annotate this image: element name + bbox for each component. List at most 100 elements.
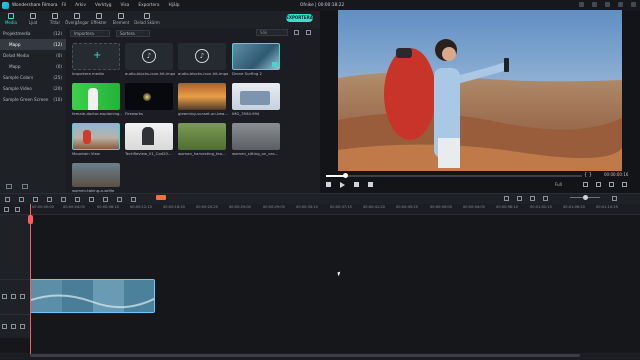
tree-item-sample-colors[interactable]: Sample Colors (25) xyxy=(0,72,66,83)
lock-icon[interactable] xyxy=(11,324,16,329)
menu-view[interactable]: Visa xyxy=(120,3,129,8)
preview-timecode: 00:00:00:16 xyxy=(604,172,629,177)
effects-icon xyxy=(96,13,102,19)
import-dropdown[interactable]: Importera xyxy=(70,30,110,37)
marker-icon[interactable] xyxy=(517,196,522,201)
media-item-female-doctor[interactable] xyxy=(72,83,120,110)
tab-split-screen[interactable]: Delad Skärm xyxy=(132,11,162,28)
preview-progress-handle[interactable] xyxy=(343,173,348,178)
media-icon xyxy=(8,13,14,19)
media-item-fireworks[interactable] xyxy=(125,83,173,110)
render-icon[interactable] xyxy=(504,196,509,201)
media-search-input[interactable]: Sök xyxy=(256,29,288,36)
menu-file[interactable]: Fil xyxy=(62,3,67,8)
close-icon[interactable] xyxy=(631,2,636,7)
menu-help[interactable]: Hjälp xyxy=(169,3,180,8)
media-item-mountain-view[interactable] xyxy=(72,123,120,150)
zoom-in-icon[interactable] xyxy=(612,196,617,201)
mark-brackets[interactable]: { } xyxy=(584,172,592,178)
link-icon[interactable] xyxy=(15,207,20,212)
eye-icon[interactable] xyxy=(20,294,25,299)
speed-icon[interactable] xyxy=(75,196,80,202)
tree-item-project-media[interactable]: Projektmedia (12) xyxy=(0,28,66,39)
sort-dropdown[interactable]: Sortera xyxy=(116,30,150,37)
voiceover-icon[interactable] xyxy=(530,196,535,201)
preview-progress-track[interactable] xyxy=(326,175,582,177)
maximize-icon[interactable] xyxy=(618,2,623,7)
preview-options: Full xyxy=(555,182,627,187)
zoom-slider-handle[interactable] xyxy=(583,195,588,200)
menu-tools[interactable]: Verktyg xyxy=(95,3,111,8)
quality-dropdown[interactable]: Full xyxy=(555,182,575,187)
tab-elements[interactable]: Element xyxy=(110,11,132,28)
stop-icon[interactable] xyxy=(368,182,373,187)
tab-titles[interactable]: Titlar xyxy=(44,11,66,28)
tree-item-sample-green-screen[interactable]: Sample Green Screen (10) xyxy=(0,94,66,105)
ruler-tick: 00:01:10:25 xyxy=(596,205,618,209)
mute-icon[interactable] xyxy=(20,324,25,329)
tree-item-shared-folder[interactable]: Mapp (0) xyxy=(0,61,66,72)
pause-icon[interactable] xyxy=(354,182,359,187)
music-note-icon xyxy=(30,13,36,19)
crop-icon[interactable] xyxy=(61,196,66,202)
timeline-ruler[interactable]: 00:00:00:00 00:00:04:05 00:00:08:10 00:0… xyxy=(0,204,640,215)
media-item-gleaming-sunset[interactable] xyxy=(178,83,226,110)
ruler-tick: 00:01:02:15 xyxy=(530,205,552,209)
lock-icon[interactable] xyxy=(11,294,16,299)
grid-icon[interactable] xyxy=(306,30,311,35)
new-folder-icon[interactable] xyxy=(6,184,12,189)
menu-archive[interactable]: Arkiv xyxy=(75,3,86,8)
tree-item-sample-video[interactable]: Sample Video (20) xyxy=(0,83,66,94)
ai-badge-icon[interactable] xyxy=(156,195,166,200)
tab-media[interactable]: Media xyxy=(0,11,22,28)
play-icon[interactable] xyxy=(340,182,345,188)
ruler-tick: 00:00:33:10 xyxy=(296,205,318,209)
audio-icon[interactable] xyxy=(131,196,136,202)
timeline-scrollbar[interactable] xyxy=(30,354,580,357)
minimize-icon[interactable] xyxy=(605,2,610,7)
redo-icon[interactable] xyxy=(19,196,24,202)
account-icon[interactable] xyxy=(579,2,584,7)
tab-effects[interactable]: Effekter xyxy=(88,11,110,28)
previous-frame-icon[interactable] xyxy=(326,182,331,187)
import-media-tile[interactable]: + xyxy=(72,43,120,70)
add-track-icon[interactable] xyxy=(4,207,9,212)
playhead-handle[interactable] xyxy=(28,215,33,224)
ruler-tick: 00:00:54:05 xyxy=(463,205,485,209)
media-item-audio-1[interactable]: ♪ xyxy=(125,43,173,70)
tree-item-shared-media[interactable]: Delad Media (0) xyxy=(0,50,66,61)
fullscreen-icon[interactable] xyxy=(622,182,627,187)
folder-tree: Projektmedia (12) Mapp (12) Delad Media (0)… xyxy=(0,28,66,193)
media-item-woman-harvesting[interactable] xyxy=(178,123,226,150)
filter-icon[interactable] xyxy=(294,30,299,35)
tab-transitions[interactable]: Övergångar xyxy=(65,11,89,28)
notification-icon[interactable] xyxy=(592,2,597,7)
media-item-audio-2[interactable]: ♪ xyxy=(178,43,226,70)
media-item-label: audio-blocks-icon-hit-impa… xyxy=(125,71,175,76)
ruler-tick: 00:00:37:15 xyxy=(330,205,352,209)
media-item-drone-surfing[interactable] xyxy=(232,43,280,70)
export-button[interactable]: EXPORTERA xyxy=(286,14,313,22)
media-item-label: women_sitting_on_cas… xyxy=(232,151,279,156)
menu-export[interactable]: Exportera xyxy=(138,3,159,8)
undo-icon[interactable] xyxy=(5,196,10,202)
audio-mixer-icon[interactable] xyxy=(103,196,108,202)
tab-audio[interactable]: Ljud xyxy=(22,11,44,28)
volume-icon[interactable] xyxy=(609,182,614,187)
media-item-women-selfie[interactable] xyxy=(72,163,120,187)
media-item-img-3564[interactable] xyxy=(232,83,280,110)
media-item-women-sitting[interactable] xyxy=(232,123,280,150)
color-icon[interactable] xyxy=(89,196,94,202)
tree-item-folder[interactable]: Mapp (12) xyxy=(0,39,66,50)
zoom-out-icon[interactable] xyxy=(543,196,548,201)
video-clip-drone-surfing[interactable] xyxy=(30,279,155,313)
media-item-techreview[interactable] xyxy=(125,123,173,150)
playhead[interactable] xyxy=(30,204,31,354)
music-note-icon: ♪ xyxy=(195,49,209,63)
monitor-icon[interactable] xyxy=(583,182,588,187)
green-screen-icon[interactable] xyxy=(117,196,122,202)
delete-icon[interactable] xyxy=(33,196,38,202)
split-icon[interactable] xyxy=(47,196,52,202)
snapshot-icon[interactable] xyxy=(596,182,601,187)
folder-icon[interactable] xyxy=(22,184,28,189)
